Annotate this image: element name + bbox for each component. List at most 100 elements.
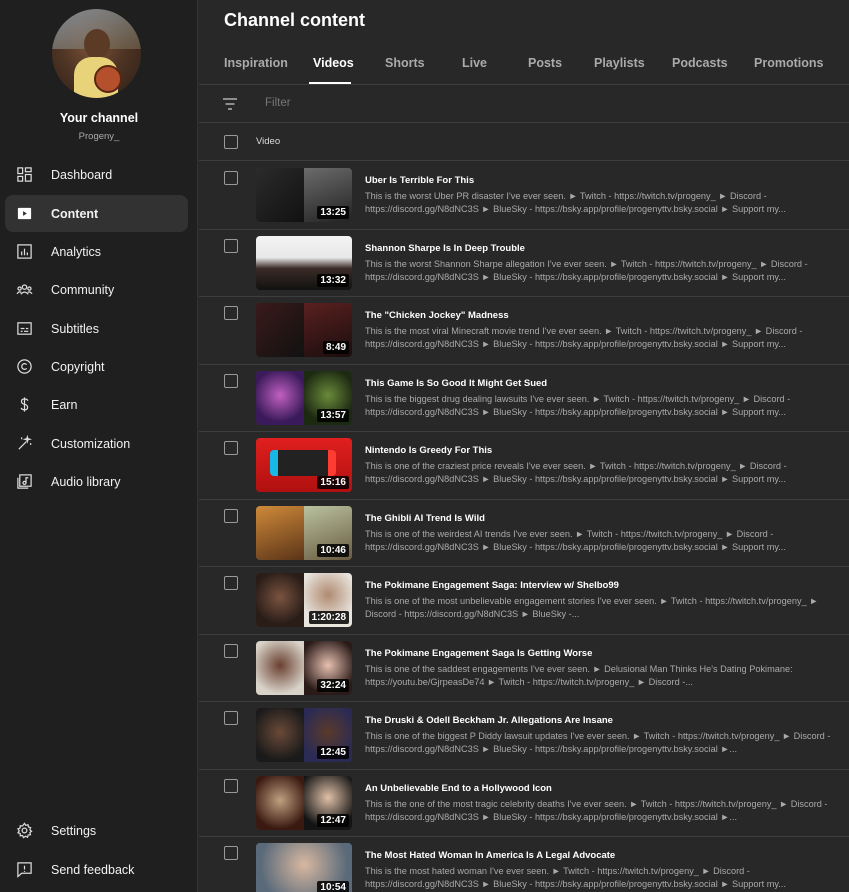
table-row[interactable]: 1:20:28 The Pokimane Engagement Saga: In… — [199, 567, 849, 635]
analytics-icon — [15, 243, 33, 261]
filter-bar: Filter — [199, 86, 849, 123]
subtitles-icon — [15, 320, 33, 338]
content-icon — [15, 205, 33, 223]
video-title[interactable]: The Pokimane Engagement Saga Is Getting … — [365, 648, 592, 659]
select-all-checkbox[interactable] — [224, 135, 238, 149]
row-checkbox[interactable] — [224, 306, 238, 320]
video-title[interactable]: The Ghibli AI Trend Is Wild — [365, 513, 485, 524]
filter-icon[interactable] — [221, 96, 239, 112]
column-header-video[interactable]: Video — [256, 136, 280, 147]
video-thumbnail[interactable]: 13:32 — [256, 235, 352, 290]
video-title[interactable]: The "Chicken Jockey" Madness — [365, 310, 509, 321]
channel-avatar[interactable] — [52, 9, 141, 98]
sidebar-item-label: Earn — [51, 397, 78, 412]
video-description: This is the most viral Minecraft movie t… — [365, 326, 803, 349]
sidebar-item-dashboard[interactable]: Dashboard — [5, 156, 188, 193]
video-title[interactable]: This Game Is So Good It Might Get Sued — [365, 378, 547, 389]
magic-wand-icon — [15, 435, 33, 453]
tab-bar: Inspiration Videos Shorts Live Posts Pla… — [199, 48, 849, 85]
video-title[interactable]: Nintendo Is Greedy For This — [365, 445, 492, 456]
row-checkbox[interactable] — [224, 846, 238, 860]
sidebar-item-label: Community — [51, 282, 115, 297]
table-row[interactable]: 10:46 The Ghibli AI Trend Is Wild This i… — [199, 500, 849, 567]
video-title[interactable]: Shannon Sharpe Is In Deep Trouble — [365, 243, 525, 254]
video-thumbnail[interactable]: 12:47 — [256, 775, 352, 830]
community-icon — [15, 281, 33, 299]
video-description: This is one of the weirdest AI trends I'… — [365, 528, 786, 552]
sidebar-item-audio-library[interactable]: Audio library — [5, 463, 188, 500]
video-title[interactable]: The Pokimane Engagement Saga: Interview … — [365, 580, 619, 591]
video-duration: 15:16 — [317, 476, 349, 489]
tab-podcasts[interactable]: Podcasts — [672, 56, 728, 70]
table-row[interactable]: 13:25 Uber Is Terrible For This This is … — [199, 162, 849, 230]
tab-playlists[interactable]: Playlists — [594, 56, 645, 70]
sidebar-item-send-feedback[interactable]: Send feedback — [5, 851, 188, 888]
tab-promotions[interactable]: Promotions — [754, 56, 823, 70]
table-row[interactable]: 13:57 This Game Is So Good It Might Get … — [199, 365, 849, 432]
video-duration: 13:32 — [317, 273, 349, 287]
video-duration: 13:57 — [317, 408, 349, 422]
row-checkbox[interactable] — [224, 238, 238, 253]
feedback-icon — [15, 861, 33, 879]
video-description: This is one of the saddest engagements I… — [365, 663, 793, 687]
row-checkbox[interactable] — [224, 373, 238, 388]
tab-shorts[interactable]: Shorts — [385, 56, 425, 70]
sidebar-item-earn[interactable]: Earn — [5, 386, 188, 423]
sidebar-item-label: Content — [51, 206, 99, 221]
table-row[interactable]: 32:24 The Pokimane Engagement Saga Is Ge… — [199, 635, 849, 702]
table-row[interactable]: 12:45 The Druski & Odell Beckham Jr. All… — [199, 702, 849, 770]
sidebar-item-label: Copyright — [51, 359, 105, 374]
table-row[interactable]: 12:47 An Unbelievable End to a Hollywood… — [199, 770, 849, 837]
sidebar-item-analytics[interactable]: Analytics — [5, 233, 188, 270]
video-duration: 12:47 — [317, 813, 349, 827]
video-thumbnail[interactable]: 8:49 — [256, 303, 352, 357]
row-checkbox[interactable] — [224, 508, 238, 523]
video-duration: 10:46 — [317, 543, 349, 557]
page-title: Channel content — [224, 10, 366, 30]
row-checkbox[interactable] — [224, 778, 238, 793]
sidebar-item-customization[interactable]: Customization — [5, 425, 188, 462]
video-title[interactable]: The Druski & Odell Beckham Jr. Allegatio… — [365, 715, 613, 726]
video-title[interactable]: The Most Hated Woman In America Is A Leg… — [365, 850, 615, 861]
filter-input[interactable]: Filter — [265, 97, 291, 109]
table-row[interactable]: 10:54 The Most Hated Woman In America Is… — [199, 837, 849, 892]
table-row[interactable]: 15:16 Nintendo Is Greedy For This This i… — [199, 432, 849, 500]
row-checkbox[interactable] — [224, 576, 238, 590]
video-description: This is one of the craziest price reveal… — [365, 461, 787, 484]
channel-label[interactable]: Your channel — [0, 111, 198, 125]
video-thumbnail[interactable]: 1:20:28 — [256, 573, 352, 627]
sidebar: Your channel Progeny_ Dashboard Content … — [0, 0, 198, 892]
video-description: This is one of the biggest P Diddy lawsu… — [365, 731, 831, 754]
row-checkbox[interactable] — [224, 711, 238, 725]
dollar-icon — [15, 396, 33, 414]
tab-live[interactable]: Live — [462, 56, 487, 70]
active-tab-indicator — [309, 82, 351, 84]
video-title[interactable]: Uber Is Terrible For This — [365, 175, 474, 186]
tab-posts[interactable]: Posts — [528, 56, 562, 70]
video-thumbnail[interactable]: 32:24 — [256, 640, 352, 695]
sidebar-item-copyright[interactable]: Copyright — [5, 348, 188, 385]
sidebar-item-subtitles[interactable]: Subtitles — [5, 310, 188, 347]
video-thumbnail[interactable]: 13:25 — [256, 168, 352, 222]
video-thumbnail[interactable]: 10:54 — [256, 843, 352, 892]
row-checkbox[interactable] — [224, 171, 238, 185]
tab-videos[interactable]: Videos — [313, 56, 354, 70]
row-checkbox[interactable] — [224, 441, 238, 455]
table-row[interactable]: 13:32 Shannon Sharpe Is In Deep Trouble … — [199, 230, 849, 297]
video-title[interactable]: An Unbelievable End to a Hollywood Icon — [365, 783, 552, 794]
video-thumbnail[interactable]: 15:16 — [256, 438, 352, 492]
sidebar-item-content[interactable]: Content — [5, 195, 188, 232]
channel-handle: Progeny_ — [78, 131, 120, 142]
tab-inspiration[interactable]: Inspiration — [224, 56, 288, 70]
sidebar-item-settings[interactable]: Settings — [5, 812, 188, 849]
sidebar-item-label: Analytics — [51, 244, 102, 259]
video-thumbnail[interactable]: 10:46 — [256, 505, 352, 560]
video-duration: 1:20:28 — [308, 611, 349, 624]
video-thumbnail[interactable]: 13:57 — [256, 370, 352, 425]
table-row[interactable]: 8:49 The "Chicken Jockey" Madness This i… — [199, 297, 849, 365]
video-thumbnail[interactable]: 12:45 — [256, 708, 352, 762]
sidebar-item-label: Customization — [51, 436, 131, 451]
row-checkbox[interactable] — [224, 643, 238, 658]
sidebar-item-label: Dashboard — [51, 167, 113, 182]
sidebar-item-community[interactable]: Community — [5, 271, 188, 308]
